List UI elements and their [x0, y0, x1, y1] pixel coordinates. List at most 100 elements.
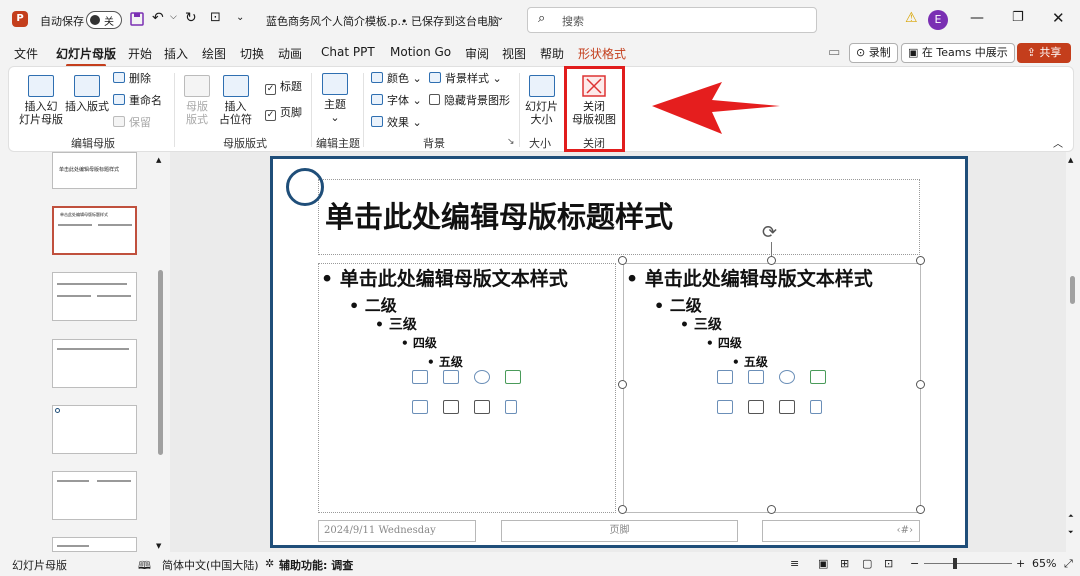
tab-slide-master[interactable]: 幻灯片母版: [56, 45, 116, 67]
insert-video-icon[interactable]: [443, 400, 459, 414]
title-checkbox[interactable]: ✓ 标题: [265, 79, 302, 95]
tab-shape-format[interactable]: 形状格式: [578, 45, 626, 62]
insert-smartart-icon[interactable]: [505, 370, 521, 384]
accessibility-label[interactable]: 辅助功能: 调查: [279, 557, 353, 573]
warning-icon[interactable]: ⚠: [905, 10, 918, 26]
minimize-icon[interactable]: —: [970, 10, 984, 26]
insert-smartart-icon[interactable]: [810, 370, 826, 384]
slide-title[interactable]: 单击此处编辑母版标题样式: [325, 194, 673, 236]
delete-button[interactable]: 删除: [113, 71, 151, 87]
footer-placeholder[interactable]: 页脚: [501, 520, 738, 542]
insert-icons-icon[interactable]: [779, 370, 795, 384]
slide-thumbnail[interactable]: [52, 537, 137, 552]
slide-thumbnail[interactable]: [52, 272, 137, 321]
insert-placeholder-button[interactable]: 插入 占位符: [219, 75, 252, 126]
spellcheck-icon[interactable]: 🕮: [138, 557, 151, 576]
fonts-button[interactable]: 字体 ⌄: [371, 93, 422, 109]
slide-sorter-icon[interactable]: ⊞: [840, 557, 849, 570]
zoom-in-icon[interactable]: +: [1016, 557, 1025, 570]
tab-insert[interactable]: 插入: [164, 45, 188, 62]
resize-handle[interactable]: [916, 380, 925, 389]
insert-chart-icon[interactable]: [505, 400, 517, 414]
tab-motion-go[interactable]: Motion Go: [390, 45, 451, 59]
zoom-slider-thumb[interactable]: [953, 558, 957, 569]
insert-video-icon[interactable]: [748, 400, 764, 414]
background-styles-button[interactable]: 背景样式 ⌄: [429, 71, 502, 87]
redo-icon[interactable]: ↻: [185, 10, 197, 26]
tab-review[interactable]: 审阅: [465, 45, 489, 62]
zoom-out-icon[interactable]: −: [910, 557, 919, 570]
right-content-placeholder[interactable]: • 单击此处编辑母版文本样式 • 二级 • 三级 • 四级 • 五级: [623, 263, 921, 513]
scroll-down-icon[interactable]: ▼: [156, 542, 161, 550]
search-input[interactable]: 搜索: [562, 13, 584, 29]
insert-picture-icon[interactable]: [748, 370, 764, 384]
collapse-ribbon-icon[interactable]: ︿: [1053, 135, 1063, 150]
slide-thumbnail-selected[interactable]: 单击此处编辑母版标题样式: [51, 205, 138, 256]
slide-size-button[interactable]: 幻灯片 大小: [525, 75, 558, 126]
colors-button[interactable]: 颜色 ⌄: [371, 71, 422, 87]
insert-table-icon[interactable]: [474, 400, 490, 414]
insert-picture-icon[interactable]: [443, 370, 459, 384]
tab-draw[interactable]: 绘图: [202, 45, 226, 62]
tab-file[interactable]: 文件: [14, 45, 38, 62]
resize-handle[interactable]: [916, 505, 925, 514]
save-icon[interactable]: [130, 12, 144, 26]
present-icon[interactable]: ⊡: [210, 10, 221, 25]
resize-handle[interactable]: [916, 256, 925, 265]
undo-dropdown-icon[interactable]: ⌵: [170, 12, 177, 22]
normal-view-icon[interactable]: ▣: [818, 557, 828, 570]
accessibility-icon[interactable]: ✲: [265, 557, 274, 570]
insert-icons-icon[interactable]: [474, 370, 490, 384]
avatar[interactable]: E: [928, 10, 948, 30]
undo-icon[interactable]: ↶: [152, 10, 164, 26]
comment-icon[interactable]: ▭: [828, 45, 840, 60]
page-number-placeholder[interactable]: ‹#›: [762, 520, 920, 542]
next-slide-icon[interactable]: ⏷: [1068, 528, 1074, 537]
stage-scrollbar[interactable]: [1070, 276, 1075, 304]
insert-layout-button[interactable]: 插入版式: [65, 75, 109, 113]
insert-table-icon[interactable]: [779, 400, 795, 414]
insert-3d-model-icon[interactable]: [717, 370, 733, 384]
resize-handle[interactable]: [618, 380, 627, 389]
thumbnail-scrollbar[interactable]: [158, 270, 163, 455]
language-label[interactable]: 简体中文(中国大陆): [162, 557, 259, 573]
rename-button[interactable]: 重命名: [113, 93, 162, 109]
zoom-slider[interactable]: [924, 563, 1012, 564]
insert-slide-master-button[interactable]: 插入幻 灯片母版: [19, 75, 63, 126]
slide-thumbnail[interactable]: [52, 405, 137, 454]
slide-thumbnail[interactable]: 单击此处编辑母版标题样式: [52, 152, 137, 189]
tab-home[interactable]: 开始: [128, 45, 152, 62]
footer-checkbox[interactable]: ✓ 页脚: [265, 105, 302, 121]
resize-handle[interactable]: [618, 505, 627, 514]
preserve-button[interactable]: 保留: [113, 115, 151, 131]
tab-view[interactable]: 视图: [502, 45, 526, 62]
save-status[interactable]: • 已保存到这台电脑: [401, 13, 499, 29]
close-icon[interactable]: ✕: [1052, 9, 1065, 27]
scroll-up-icon[interactable]: ▲: [156, 156, 161, 164]
master-layout-button[interactable]: 母版 版式: [184, 75, 210, 126]
slideshow-icon[interactable]: ⊡: [884, 557, 893, 570]
effects-button[interactable]: 效果 ⌄: [371, 115, 422, 131]
hide-background-checkbox[interactable]: 隐藏背景图形: [429, 93, 510, 109]
teams-present-button[interactable]: ▣ 在 Teams 中展示: [901, 43, 1015, 63]
insert-stock-images-icon[interactable]: [412, 400, 428, 414]
chevron-down-icon[interactable]: ⌄: [496, 12, 504, 23]
search-box[interactable]: ⌕ 搜索: [527, 7, 817, 33]
tab-chat-ppt[interactable]: Chat PPT: [321, 45, 375, 59]
date-placeholder[interactable]: 2024/9/11 Wednesday: [318, 520, 476, 542]
tab-help[interactable]: 帮助: [540, 45, 564, 62]
resize-handle[interactable]: [618, 256, 627, 265]
title-placeholder[interactable]: 单击此处编辑母版标题样式: [318, 179, 920, 255]
insert-3d-model-icon[interactable]: [412, 370, 428, 384]
reading-view-icon[interactable]: ▢: [862, 557, 872, 570]
insert-chart-icon[interactable]: [810, 400, 822, 414]
insert-stock-images-icon[interactable]: [717, 400, 733, 414]
tab-transitions[interactable]: 切换: [240, 45, 264, 62]
restore-icon[interactable]: ❐: [1012, 10, 1024, 25]
dialog-launcher-icon[interactable]: ↘: [507, 137, 515, 147]
resize-handle[interactable]: [767, 505, 776, 514]
scroll-up-icon[interactable]: ▲: [1068, 156, 1073, 164]
share-button[interactable]: ⇪ 共享: [1017, 43, 1071, 63]
resize-handle[interactable]: [767, 256, 776, 265]
rotate-handle-icon[interactable]: ⟳: [762, 222, 777, 243]
